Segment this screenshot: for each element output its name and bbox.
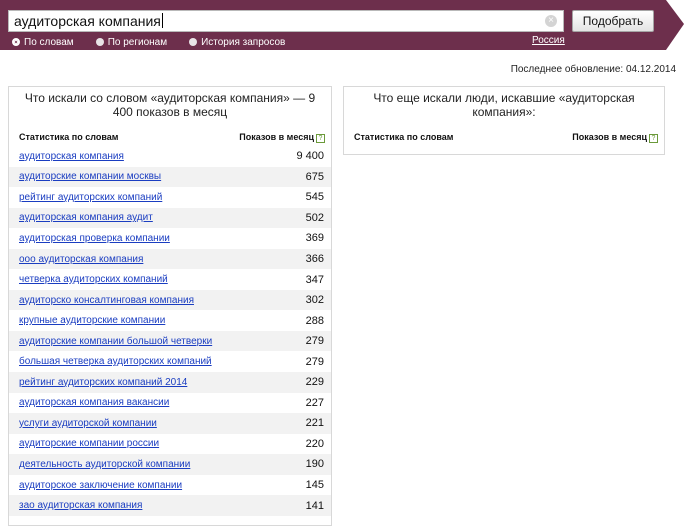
impressions-count: 545 [305,191,324,204]
phrase-link[interactable]: четверка аудиторских компаний [19,274,168,285]
table-row: рейтинг аудиторских компаний 545 [9,187,331,208]
clear-icon[interactable]: × [545,15,557,27]
word-statistics-panel: Что искали со словом «аудиторская компан… [8,86,332,526]
search-input-text: аудиторская компания [14,13,161,29]
mode-label: По регионам [107,36,168,48]
radio-icon[interactable] [189,38,198,46]
phrase-link[interactable]: аудиторская компания аудит [19,212,153,223]
impressions-count: 675 [305,170,324,183]
mode-by-regions[interactable]: По регионам [95,36,168,48]
table-row: аудиторская компания аудит 502 [9,207,331,229]
table-row: аудиторская проверка компании 369 [9,228,331,249]
table-row: четверка аудиторских компаний 347 [9,269,331,290]
table-row: ооо аудиторская компания 366 [9,248,331,270]
radio-selected-icon[interactable] [12,38,20,46]
phrase-link[interactable]: аудиторская проверка компании [19,233,170,244]
column-header-count: Показов в месяц? [572,132,658,143]
results-list: аудиторская компания 9 400 аудиторские ком… [9,146,331,516]
impressions-count: 9 400 [296,150,324,163]
impressions-count: 279 [305,335,324,348]
related-queries-panel: Что еще искали люди, искавшие «аудиторск… [343,86,665,155]
table-row: зао аудиторская компания 141 [9,495,331,516]
impressions-count: 141 [305,499,324,512]
phrase-link[interactable]: деятельность аудиторской компании [19,459,190,470]
phrase-link[interactable]: крупные аудиторские компании [19,315,165,326]
phrase-link[interactable]: аудиторские компании москвы [19,171,161,182]
last-updated-text: Последнее обновление: 04.12.2014 [510,64,676,75]
phrase-link[interactable]: аудиторское заключение компании [19,480,182,491]
phrase-link[interactable]: зао аудиторская компания [19,500,142,511]
help-icon[interactable]: ? [316,133,325,143]
column-header-phrase: Статистика по словам [354,132,454,142]
help-icon[interactable]: ? [649,133,658,143]
mode-by-words[interactable]: По словам [12,37,74,48]
region-link[interactable]: Россия [532,35,565,46]
table-row: рейтинг аудиторских компаний 2014 229 [9,372,331,393]
phrase-link[interactable]: аудиторские компании россии [19,438,159,449]
panel-title: Что искали со словом «аудиторская компан… [24,91,316,119]
impressions-count: 369 [305,232,324,245]
mode-label: По словам [24,36,74,48]
impressions-count: 502 [305,211,324,224]
radio-icon[interactable] [95,38,104,46]
table-row: крупные аудиторские компании 288 [9,310,331,331]
column-header-count: Показов в месяц? [239,132,325,143]
phrase-link[interactable]: аудиторская компания вакансии [19,397,169,408]
impressions-count: 302 [305,294,324,307]
column-header-phrase: Статистика по словам [19,132,119,142]
submit-button[interactable]: Подобрать [572,10,654,32]
impressions-count: 288 [305,314,324,327]
column-header-count-label: Показов в месяц [572,131,647,142]
table-row: аудиторско консалтинговая компания 302 [9,289,331,311]
table-row: аудиторские компании большой четверки 279 [9,330,331,352]
text-cursor [161,13,163,28]
table-row: аудиторские компании москвы 675 [9,166,331,188]
phrase-link[interactable]: рейтинг аудиторских компаний 2014 [19,377,187,388]
mode-query-history[interactable]: История запросов [189,37,285,48]
phrase-link[interactable]: услуги аудиторской компании [19,418,157,429]
table-row: аудиторское заключение компании 145 [9,475,331,496]
table-row: деятельность аудиторской компании 190 [9,454,331,475]
phrase-link[interactable]: аудиторская компания [19,151,124,162]
impressions-count: 220 [305,437,324,450]
search-mode-group: По словам По регионам История запросов [12,36,307,48]
column-header-count-label: Показов в месяц [239,131,314,142]
impressions-count: 221 [305,417,324,430]
mode-label: История запросов [201,36,286,48]
search-input[interactable]: аудиторская компания × [8,10,564,32]
panel-title: Что еще искали люди, искавшие «аудиторск… [373,91,635,119]
impressions-count: 366 [305,253,324,265]
phrase-link[interactable]: ооо аудиторская компания [19,254,143,265]
phrase-link[interactable]: аудиторско консалтинговая компания [19,295,194,306]
table-header: Статистика по словам Показов в месяц? [344,130,664,144]
phrase-link[interactable]: рейтинг аудиторских компаний [19,192,162,203]
impressions-count: 279 [305,355,324,368]
impressions-count: 145 [305,479,324,492]
table-row: аудиторские компании россии 220 [9,434,331,455]
impressions-count: 347 [305,273,324,286]
search-header: аудиторская компания × Подобрать По слов… [0,0,688,52]
phrase-link[interactable]: аудиторские компании большой четверки [19,336,212,347]
impressions-count: 190 [305,458,324,471]
impressions-count: 227 [305,396,324,409]
impressions-count: 229 [305,376,324,389]
table-row: большая четверка аудиторских компаний 279 [9,351,331,372]
table-row: аудиторская компания 9 400 [9,146,331,167]
phrase-link[interactable]: большая четверка аудиторских компаний [19,356,212,367]
table-row: аудиторская компания вакансии 227 [9,393,331,414]
table-row: услуги аудиторской компании 221 [9,413,331,434]
table-header: Статистика по словам Показов в месяц? [9,130,331,144]
